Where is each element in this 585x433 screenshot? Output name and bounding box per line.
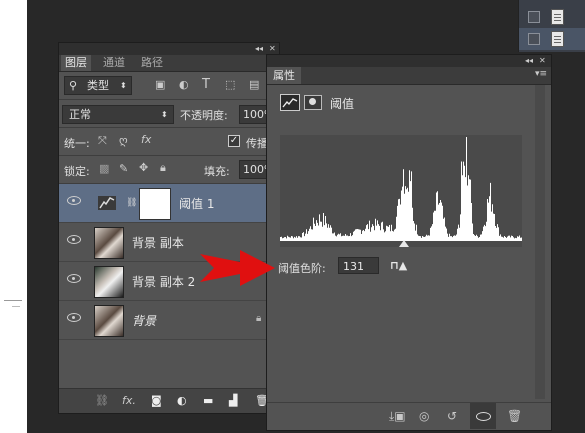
folder-icon[interactable]: ▬ <box>203 394 213 407</box>
close-icon[interactable]: ✕ <box>539 55 546 67</box>
filter-kind-label: 类型 <box>87 79 109 92</box>
document-icon <box>551 9 564 25</box>
mask-link-icon[interactable]: ⛓ <box>126 198 137 208</box>
layer-row-threshold[interactable]: ⛓ 阈值 1 <box>59 184 279 223</box>
unify-label: 统一: <box>64 137 90 150</box>
threshold-slider-handle[interactable] <box>399 240 410 247</box>
file-row[interactable] <box>519 6 585 28</box>
layer-name: 背景 副本 2 <box>132 275 196 289</box>
filter-pixel-icon[interactable]: ▣ <box>155 78 165 91</box>
blend-mode-select[interactable]: 正常 ⬍ <box>62 105 174 124</box>
file-list-panel <box>518 0 585 52</box>
lock-icon: 🔒︎ <box>256 313 262 324</box>
chevron-updown-icon: ⬍ <box>120 81 127 90</box>
threshold-level-label: 阈值色阶: <box>278 262 326 275</box>
lock-all-icon[interactable]: 🔒︎ <box>160 161 166 175</box>
annotation-arrow <box>200 250 275 286</box>
layers-panel: ✕ ◂◂ 图层 通道 路径 ⚲ 类型 ⬍ ▣ ◐ T ⬚ ▤ 正常 ⬍ 不透明度… <box>58 42 280 414</box>
collapse-icon[interactable]: ◂◂ <box>255 43 263 55</box>
visibility-toggle[interactable] <box>470 403 496 429</box>
properties-panel: ✕ ◂◂ ▾≡ 属性 阈值 阈值色阶: 131 ⊓▲ ⤓▣ ◎ ↺ 🗑︎ <box>266 54 552 431</box>
lock-transparent-icon[interactable]: ▩ <box>99 162 109 175</box>
propagate-checkbox[interactable]: ✓ <box>228 135 240 147</box>
tab-layers[interactable]: 图层 <box>61 55 91 71</box>
layer-mask-thumbnail[interactable] <box>139 188 171 220</box>
properties-scrollbar[interactable] <box>535 85 545 399</box>
propagate-label: 传播 <box>246 137 268 150</box>
layer-name: 背景 副本 <box>132 236 184 250</box>
mask-icon[interactable] <box>304 95 322 110</box>
filter-smart-object-icon[interactable]: ▤ <box>249 78 259 91</box>
threshold-histogram <box>280 135 522 241</box>
new-layer-icon[interactable]: ▟ <box>229 394 237 407</box>
collapse-icon[interactable]: ◂◂ <box>525 55 533 67</box>
tab-channels[interactable]: 通道 <box>99 55 129 71</box>
canvas-mark <box>12 306 20 307</box>
filter-adjustment-icon[interactable]: ◐ <box>179 78 189 91</box>
trash-icon[interactable]: 🗑︎ <box>507 409 522 423</box>
properties-tabbar: ▾≡ <box>267 67 551 85</box>
layer-thumbnail <box>94 305 124 337</box>
opacity-label: 不透明度: <box>180 109 228 122</box>
visibility-eye-icon[interactable] <box>67 274 81 283</box>
panel-menu-icon[interactable]: ▾≡ <box>535 69 547 79</box>
mask-icon[interactable]: ◙ <box>151 394 162 407</box>
threshold-level-input[interactable]: 131 <box>338 257 379 274</box>
fx-icon[interactable]: fx. <box>122 394 136 407</box>
reset-icon[interactable]: ↺ <box>447 409 457 423</box>
view-previous-icon[interactable]: ◎ <box>419 409 429 423</box>
filter-type-icon[interactable]: T <box>202 77 210 92</box>
layer-thumbnail <box>94 227 124 259</box>
unify-position-icon[interactable]: ⤧ <box>98 134 107 148</box>
chevron-updown-icon: ⬍ <box>161 110 168 119</box>
fill-label: 填充: <box>204 165 230 178</box>
document-canvas <box>0 0 27 433</box>
file-row[interactable] <box>519 28 585 50</box>
lock-position-icon[interactable]: ✥ <box>139 161 148 174</box>
link-icon[interactable]: ⛓ <box>95 394 109 407</box>
layer-thumbnail <box>94 266 124 298</box>
visibility-eye-icon[interactable] <box>67 196 81 205</box>
eye-icon <box>476 412 491 421</box>
file-checkbox[interactable] <box>528 33 540 45</box>
layers-bottom-toolbar: ⛓ fx. ◙ ◐ ▬ ▟ 🗑︎ <box>59 388 279 413</box>
threshold-level-value: 131 <box>343 260 364 273</box>
search-icon: ⚲ <box>69 79 78 92</box>
lock-label: 锁定: <box>64 165 90 178</box>
visibility-eye-icon[interactable] <box>67 235 81 244</box>
blend-mode-value: 正常 <box>69 108 91 121</box>
layer-row-background[interactable]: 背景 🔒︎ <box>59 301 279 340</box>
tab-paths[interactable]: 路径 <box>137 55 167 71</box>
layer-name: 阈值 1 <box>179 197 215 211</box>
layer-filter-select[interactable]: ⚲ 类型 ⬍ <box>64 76 132 95</box>
layer-name: 背景 <box>132 314 157 328</box>
auto-warning-icon[interactable]: ⊓▲ <box>390 259 407 272</box>
document-icon <box>551 31 564 47</box>
unify-visibility-icon[interactable]: ღ <box>119 134 128 147</box>
file-checkbox[interactable] <box>528 11 540 23</box>
canvas-mark <box>4 300 22 301</box>
panel-titlebar[interactable]: ✕ ◂◂ <box>59 43 279 55</box>
adjustment-icon[interactable]: ◐ <box>177 394 187 407</box>
adjustment-title: 阈值 <box>330 97 355 111</box>
threshold-adjustment-icon <box>94 188 122 218</box>
clip-icon[interactable]: ⤓▣ <box>389 409 406 424</box>
properties-bottom-toolbar: ⤓▣ ◎ ↺ 🗑︎ <box>267 402 551 429</box>
threshold-slider-track[interactable] <box>280 240 522 247</box>
lock-pixels-icon[interactable]: ✎ <box>119 162 128 175</box>
unify-style-icon[interactable]: fx <box>141 133 151 146</box>
visibility-eye-icon[interactable] <box>67 313 81 322</box>
threshold-adjustment-icon <box>280 94 300 111</box>
tab-properties[interactable]: 属性 <box>267 67 301 84</box>
filter-shape-icon[interactable]: ⬚ <box>225 78 235 91</box>
layers-tabbar: 图层 通道 路径 <box>59 55 279 72</box>
panel-titlebar[interactable]: ✕ ◂◂ <box>267 55 551 67</box>
